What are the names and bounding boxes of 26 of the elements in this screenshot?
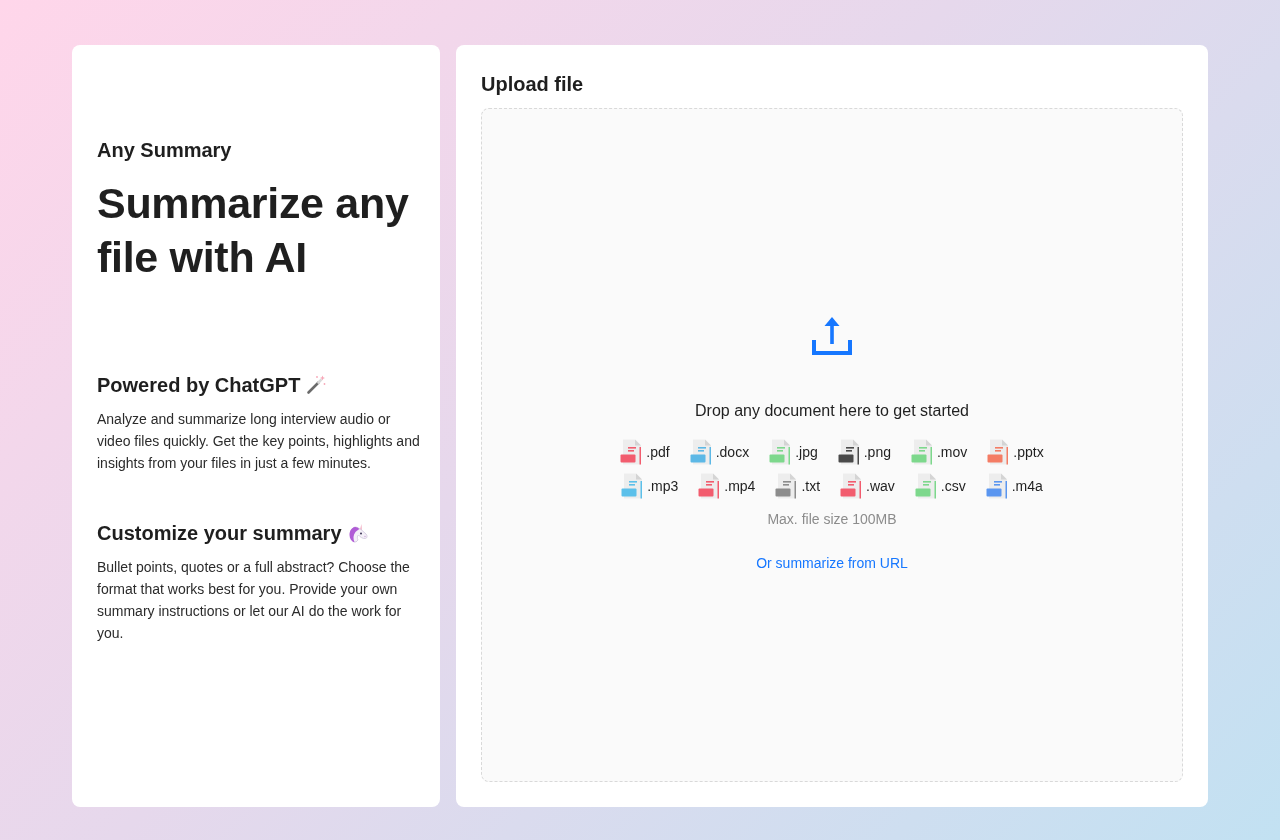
unicorn-icon <box>347 523 368 543</box>
section-title: Upload file <box>481 72 585 97</box>
file-type-label: .pdf <box>646 442 670 462</box>
file-type-label: .txt <box>801 476 821 496</box>
brand-name: Any Summary <box>97 138 233 163</box>
file-type-label: .csv <box>940 476 966 496</box>
file-type-label: .mp4 <box>724 476 756 496</box>
file-type-label: .docx <box>715 442 750 462</box>
size-limit-note: Max. file size 100MB <box>767 509 897 529</box>
drop-zone[interactable]: Drop any document here to get started .pdf .docx .jpg .png .mov .pptx .mp3 .mp4 .txt .wav .csv .m4a Max. file size 100MB Or summarize from URL <box>481 108 1183 782</box>
feature-description: Bullet points, quotes or a full abstract? Choose the format that works best for you. Provide your own summary instructions or let our AI do the work for you. <box>97 558 411 643</box>
file-type-label: .pptx <box>1013 442 1044 462</box>
feature-title: Powered by ChatGPT <box>97 373 301 398</box>
url-link[interactable]: Or summarize from URL <box>756 551 908 574</box>
file-type-label: .m4a <box>1011 476 1043 496</box>
drop-prompt: Drop any document here to get started <box>695 400 969 421</box>
magic-wand-icon <box>306 375 327 395</box>
feature-description: Analyze and summarize long interview audio or video files quickly. Get the key points, highlights and insights from your files in just a few minutes. <box>97 410 421 473</box>
file-type-label: .png <box>863 442 891 462</box>
upload-icon <box>812 316 852 355</box>
feature-title: Customize your summary <box>97 521 342 546</box>
file-type-label: .wav <box>866 476 895 496</box>
file-type-label: .jpg <box>795 442 818 462</box>
headline: Summarize any file with AI <box>97 178 410 283</box>
file-type-label: .mov <box>936 442 968 462</box>
file-type-label: .mp3 <box>647 476 679 496</box>
